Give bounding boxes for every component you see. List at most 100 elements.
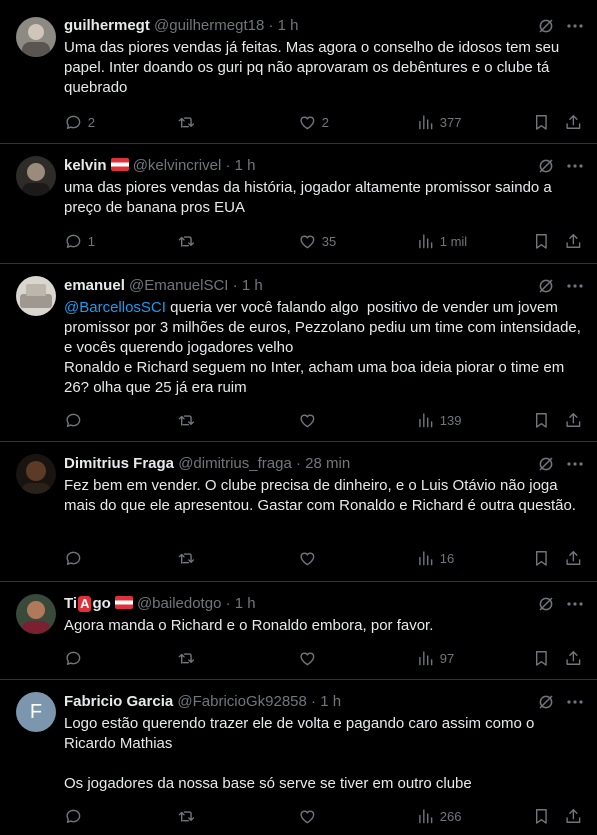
tweet-text: Fez bem em vender. O clube precisa de di… [64,476,583,516]
reply-button[interactable] [64,648,83,668]
grok-icon[interactable] [537,693,555,711]
like-icon [298,411,317,430]
share-button[interactable] [564,410,583,430]
view-count: 139 [439,412,462,428]
like-button[interactable] [298,410,317,430]
timestamp[interactable]: 1 h [235,595,256,612]
share-button[interactable] [564,806,583,826]
bookmark-button[interactable] [532,548,551,568]
more-icon[interactable] [567,700,583,704]
avatar[interactable]: F [16,692,56,732]
display-name[interactable]: kelvin [64,157,107,174]
tweet[interactable]: F Fabricio Garcia @FabricioGk92858 · 1 h… [0,680,597,835]
retweet-icon [177,649,196,668]
views-button[interactable]: 266 [416,806,461,826]
bookmark-button[interactable] [532,112,551,132]
reply-button[interactable]: 2 [64,112,95,132]
like-icon [298,549,317,568]
reply-count: 2 [87,114,95,130]
avatar[interactable] [16,17,56,57]
reply-button[interactable] [64,548,83,568]
retweet-button[interactable] [177,231,196,251]
grok-icon[interactable] [537,157,555,175]
bookmark-button[interactable] [532,410,551,430]
timestamp[interactable]: 1 h [320,693,341,710]
avatar[interactable] [16,594,56,634]
more-icon[interactable] [567,284,583,288]
display-name[interactable]: emanuel [64,277,125,294]
bookmark-button[interactable] [532,648,551,668]
display-name[interactable]: Fabricio Garcia [64,693,173,710]
handle[interactable]: @bailedotgo [137,595,221,612]
retweet-button[interactable] [177,648,196,668]
handle[interactable]: @kelvincrivel [133,157,222,174]
like-button[interactable] [298,548,317,568]
views-icon [416,549,435,568]
views-button[interactable]: 139 [416,410,461,430]
timestamp[interactable]: 1 h [242,277,263,294]
tweet[interactable]: Dimitrius Fraga @dimitrius_fraga · 28 mi… [0,442,597,582]
retweet-button[interactable] [177,410,196,430]
retweet-button[interactable] [177,806,196,826]
view-count: 16 [439,550,455,566]
tweet[interactable]: kelvin @kelvincrivel · 1 h uma das piore… [0,144,597,264]
like-icon [298,113,317,132]
retweet-button[interactable] [177,112,196,132]
grok-icon[interactable] [537,17,555,35]
share-button[interactable] [564,548,583,568]
grok-icon[interactable] [537,595,555,613]
tweet[interactable]: Ti Ago @bailedotgo · 1 h Agora manda o Ri… [0,582,597,680]
like-icon [298,649,317,668]
more-icon[interactable] [567,24,583,28]
views-button[interactable]: 16 [416,548,454,568]
reply-icon [64,549,83,568]
tweet[interactable]: emanuel @EmanuelSCI · 1 h @BarcellosSCI … [0,264,597,442]
display-name[interactable]: Ti Ago [64,595,111,612]
grok-icon[interactable] [537,277,555,295]
grok-icon[interactable] [537,455,555,473]
tweet-text-content: Logo estão querendo trazer ele de volta … [64,715,535,792]
reply-button[interactable]: 1 [64,231,95,251]
avatar[interactable] [16,156,56,196]
timestamp[interactable]: 28 min [305,455,350,472]
views-button[interactable]: 97 [416,648,454,668]
share-button[interactable] [564,231,583,251]
view-count: 266 [439,808,462,824]
share-button[interactable] [564,648,583,668]
display-name[interactable]: Dimitrius Fraga [64,455,174,472]
reply-icon [64,807,83,826]
views-icon [416,807,435,826]
avatar[interactable] [16,454,56,494]
mention-link[interactable]: @BarcellosSCI [64,299,166,316]
handle[interactable]: @guilhermegt18 [154,17,264,34]
views-button[interactable]: 1 mil [416,231,467,251]
like-button[interactable]: 35 [298,231,336,251]
bookmark-icon [532,411,551,430]
handle[interactable]: @dimitrius_fraga [178,455,292,472]
bookmark-button[interactable] [532,806,551,826]
views-button[interactable]: 377 [416,112,461,132]
handle[interactable]: @FabricioGk92858 [177,693,306,710]
avatar[interactable] [16,276,56,316]
more-icon[interactable] [567,602,583,606]
bookmark-icon [532,649,551,668]
bookmark-button[interactable] [532,231,551,251]
reply-icon [64,649,83,668]
separator-dot: · [268,17,274,34]
display-name-part: Ti [64,595,78,612]
reply-button[interactable] [64,410,83,430]
more-icon[interactable] [567,164,583,168]
tweet-text: Agora manda o Richard e o Ronaldo embora… [64,616,583,636]
handle[interactable]: @EmanuelSCI [129,277,228,294]
timestamp[interactable]: 1 h [278,17,299,34]
timestamp[interactable]: 1 h [235,157,256,174]
reply-button[interactable] [64,806,83,826]
like-button[interactable] [298,648,317,668]
display-name[interactable]: guilhermegt [64,17,150,34]
like-button[interactable] [298,806,317,826]
like-button[interactable]: 2 [298,112,329,132]
share-button[interactable] [564,112,583,132]
more-icon[interactable] [567,462,583,466]
tweet[interactable]: guilhermegt @guilhermegt18 · 1 h Uma das… [0,0,597,144]
retweet-button[interactable] [177,548,196,568]
